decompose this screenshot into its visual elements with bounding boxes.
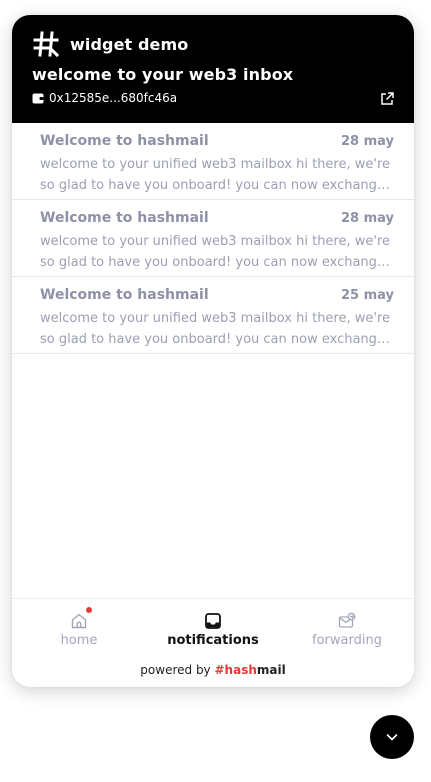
- message-item[interactable]: Welcome to hashmail 25 may welcome to yo…: [12, 277, 414, 354]
- inbox-icon: [205, 613, 221, 629]
- message-preview-line-1: welcome to your unified web3 mailbox hi …: [40, 234, 391, 249]
- wallet-address: 0x12585e...680fc46a: [49, 91, 178, 105]
- powered-by-text: powered by: [140, 663, 211, 677]
- header: widget demo welcome to your web3 inbox 0…: [12, 15, 414, 123]
- inbox-widget: widget demo welcome to your web3 inbox 0…: [12, 15, 414, 687]
- message-preview-line-2: so glad to have you onboard! you can now…: [40, 255, 394, 270]
- collapse-widget-button[interactable]: [370, 715, 414, 759]
- message-list: Welcome to hashmail 28 may welcome to yo…: [12, 123, 414, 354]
- home-icon: [71, 613, 87, 629]
- message-preview-line-2: so glad to have you onboard! you can now…: [40, 332, 394, 347]
- brand-hash-word: hash: [224, 663, 257, 677]
- nav-item-notifications[interactable]: notifications: [146, 599, 280, 654]
- message-preview-line-2: so glad to have you onboard! you can now…: [40, 178, 394, 193]
- brand-row: widget demo: [32, 30, 188, 58]
- powered-by: powered by #hashmail: [12, 663, 414, 677]
- nav-label-notifications: notifications: [167, 633, 259, 648]
- nav-item-home[interactable]: home: [12, 599, 146, 654]
- home-icon-wrap: [70, 607, 92, 630]
- notification-badge-dot: [86, 607, 92, 613]
- message-date: 25 may: [340, 288, 394, 303]
- mail-forward-icon: [338, 612, 356, 628]
- brand-mail-word: mail: [256, 663, 286, 677]
- message-item[interactable]: Welcome to hashmail 28 may welcome to yo…: [12, 200, 414, 277]
- message-preview: welcome to your unified web3 mailbox hi …: [40, 154, 394, 196]
- hash-logo-icon: [33, 31, 60, 58]
- message-date: 28 may: [340, 134, 394, 149]
- message-date: 28 may: [340, 211, 394, 226]
- nav-label-forwarding: forwarding: [312, 633, 382, 648]
- wallet-row: 0x12585e...680fc46a: [32, 91, 177, 105]
- message-preview: welcome to your unified web3 mailbox hi …: [40, 308, 394, 350]
- wallet-icon: [32, 93, 44, 103]
- welcome-heading: welcome to your web3 inbox: [32, 65, 294, 84]
- external-link-icon[interactable]: [380, 92, 394, 106]
- nav-label-home: home: [60, 633, 98, 648]
- app-title: widget demo: [70, 34, 189, 54]
- nav-item-forwarding[interactable]: forwarding: [280, 599, 414, 654]
- bottom-nav: home notifications forwarding: [12, 598, 414, 654]
- message-preview-line-1: welcome to your unified web3 mailbox hi …: [40, 157, 391, 172]
- inbox-icon-wrap: [204, 612, 222, 630]
- brand-hash-symbol: #: [214, 663, 225, 677]
- forwarding-icon-wrap: [338, 612, 356, 630]
- hashmail-brand[interactable]: #hashmail: [214, 663, 285, 677]
- message-item[interactable]: Welcome to hashmail 28 may welcome to yo…: [12, 123, 414, 200]
- message-preview-line-1: welcome to your unified web3 mailbox hi …: [40, 311, 391, 326]
- chevron-down-icon: [386, 734, 398, 741]
- message-preview: welcome to your unified web3 mailbox hi …: [40, 231, 394, 273]
